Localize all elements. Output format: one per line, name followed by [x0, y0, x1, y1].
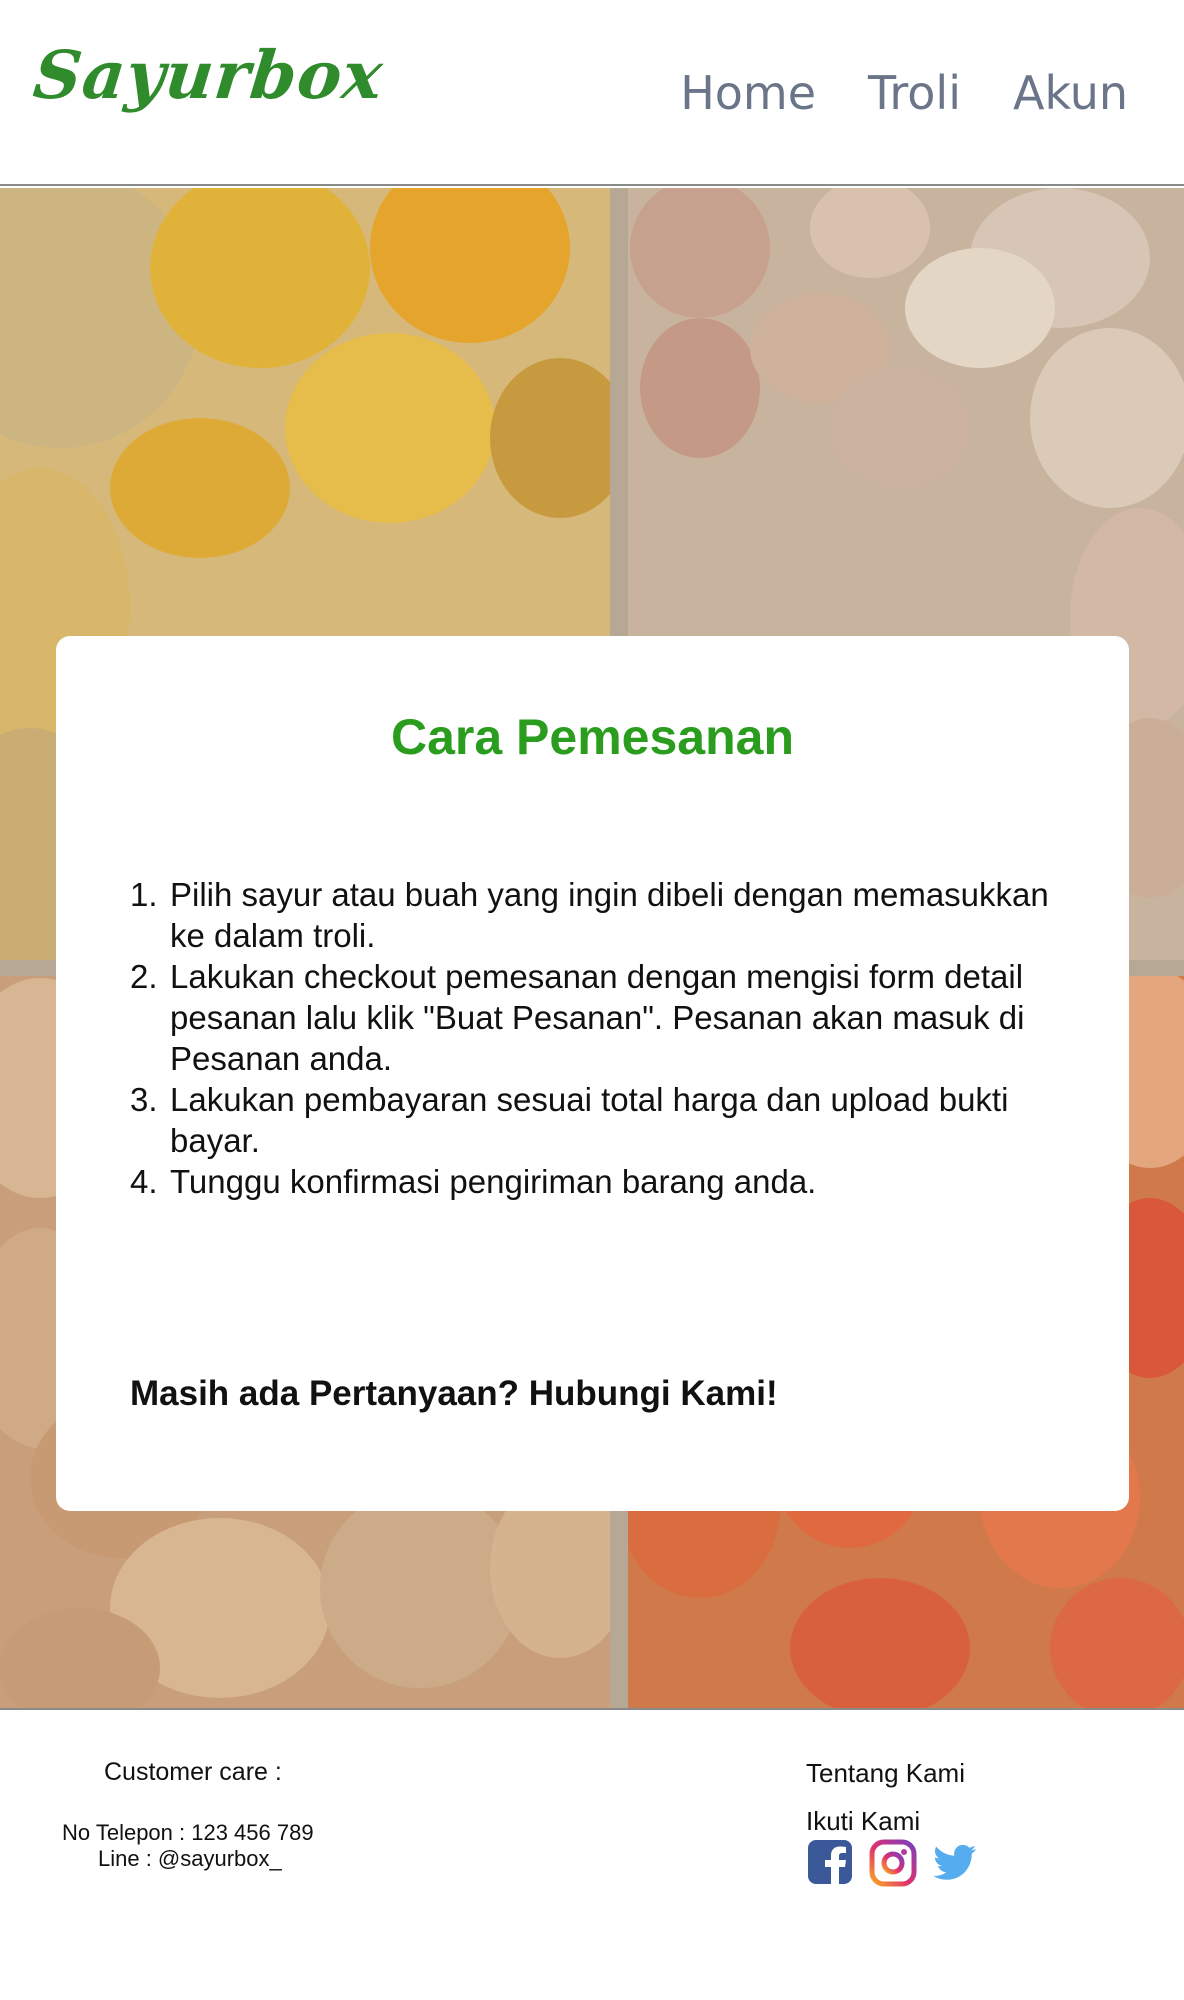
customer-care-title: Customer care :	[104, 1758, 282, 1786]
order-guide-card: Cara Pemesanan Pilih sayur atau buah yan…	[56, 636, 1129, 1511]
follow-us-label: Ikuti Kami	[806, 1806, 921, 1836]
order-step: Tunggu konfirmasi pengiriman barang anda…	[130, 1161, 817, 1202]
produce-background-image: Cara Pemesanan Pilih sayur atau buah yan…	[0, 188, 1184, 1708]
nav-home[interactable]: Home	[680, 66, 816, 120]
order-step: Lakukan checkout pemesanan dengan mengis…	[130, 956, 1025, 1077]
main-nav: Home Troli Akun	[680, 66, 1128, 120]
nav-troli[interactable]: Troli	[868, 66, 961, 120]
site-footer: Customer care : No Telepon : 123 456 789…	[0, 1708, 1184, 2000]
facebook-icon[interactable]	[806, 1838, 854, 1886]
contact-us-link[interactable]: Masih ada Pertanyaan? Hubungi Kami!	[130, 1374, 778, 1414]
order-steps-list: Pilih sayur atau buah yang ingin dibeli …	[130, 874, 1060, 1202]
social-links	[806, 1838, 978, 1887]
twitter-icon[interactable]	[930, 1838, 978, 1886]
about-us-link[interactable]: Tentang Kami	[806, 1758, 965, 1789]
instagram-icon[interactable]	[868, 1838, 917, 1887]
customer-care-line: Line : @sayurbox_	[98, 1846, 282, 1871]
customer-care-phone: No Telepon : 123 456 789	[62, 1820, 314, 1845]
page-title: Cara Pemesanan	[390, 709, 794, 765]
nav-akun[interactable]: Akun	[1013, 66, 1128, 120]
sayurbox-logo[interactable]: Sayurbox	[30, 36, 387, 114]
order-step: Pilih sayur atau buah yang ingin dibeli …	[130, 874, 1049, 954]
site-header: Sayurbox Home Troli Akun	[0, 0, 1184, 186]
order-step: Lakukan pembayaran sesuai total harga da…	[130, 1079, 1009, 1159]
